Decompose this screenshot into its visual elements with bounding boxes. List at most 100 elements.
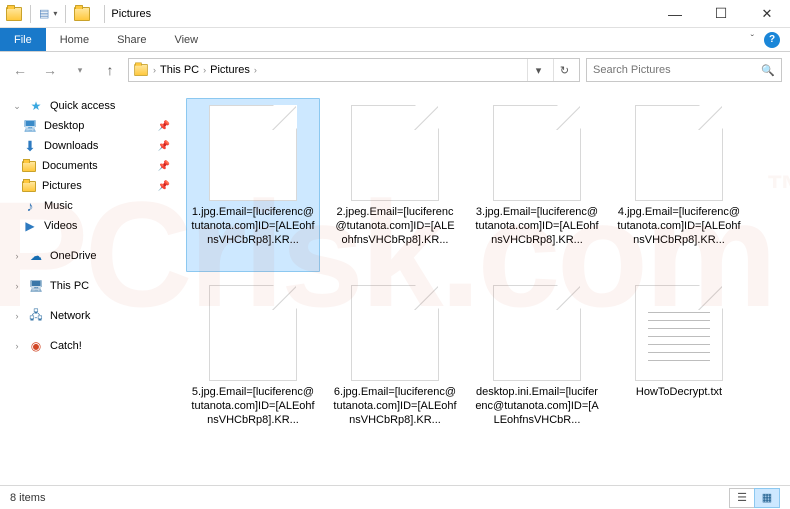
maximize-button[interactable]: ☐ [698, 0, 744, 28]
file-thumbnail-icon [351, 105, 439, 201]
ribbon-expand-icon[interactable]: ˇ [751, 34, 754, 45]
crumb-sep-icon[interactable]: › [203, 65, 206, 75]
sidebar-item-network[interactable]: › 🖧 Network [0, 306, 178, 326]
search-box[interactable]: 🔍 [586, 58, 782, 82]
pc-icon: 🖥 [28, 278, 44, 294]
sidebar-item-label: Videos [44, 220, 77, 232]
sidebar-item-quick-access[interactable]: ⌄ ★ Quick access [0, 96, 178, 116]
expand-icon[interactable]: ⌄ [12, 101, 22, 112]
tab-view[interactable]: View [160, 28, 212, 51]
sidebar-item-this-pc[interactable]: › 🖥 This PC [0, 276, 178, 296]
pictures-icon [22, 181, 36, 192]
back-button[interactable]: ← [8, 58, 32, 82]
videos-icon: ▶ [22, 218, 38, 234]
sidebar-item-downloads[interactable]: ⬇ Downloads 📌 [0, 136, 178, 156]
network-icon: 🖧 [28, 308, 44, 324]
file-thumbnail-icon [493, 285, 581, 381]
file-item[interactable]: 6.jpg.Email=[luciferenc@tutanota.com]ID=… [328, 278, 462, 452]
file-thumbnail-icon [209, 105, 297, 201]
expand-icon[interactable]: › [12, 311, 22, 321]
pin-icon: 📌 [158, 121, 170, 132]
title-bar: ▤ ▾ Pictures — ☐ ✕ [0, 0, 790, 28]
minimize-button[interactable]: — [652, 0, 698, 28]
sidebar-item-label: OneDrive [50, 250, 96, 262]
file-item[interactable]: 5.jpg.Email=[luciferenc@tutanota.com]ID=… [186, 278, 320, 452]
address-bar[interactable]: › This PC › Pictures › ▾ ↻ [128, 58, 580, 82]
cloud-icon: ☁ [28, 248, 44, 264]
sidebar-item-desktop[interactable]: 🖥 Desktop 📌 [0, 116, 178, 136]
file-name: desktop.ini.Email=[luciferenc@tutanota.c… [475, 385, 599, 427]
sidebar-item-label: Pictures [42, 180, 82, 192]
expand-icon[interactable]: › [12, 341, 22, 351]
sidebar-item-music[interactable]: ♪ Music [0, 196, 178, 216]
pin-icon: 📌 [158, 141, 170, 152]
sidebar-item-documents[interactable]: Documents 📌 [0, 156, 178, 176]
file-name: 3.jpg.Email=[luciferenc@tutanota.com]ID=… [475, 205, 599, 247]
file-thumbnail-icon [635, 285, 723, 381]
recent-locations-button[interactable]: ▾ [68, 58, 92, 82]
title-folder-icon [74, 7, 90, 21]
desktop-icon: 🖥 [22, 118, 38, 134]
app-folder-icon[interactable] [6, 7, 22, 21]
documents-icon [22, 161, 36, 172]
file-name: HowToDecrypt.txt [636, 385, 722, 399]
crumb-this-pc[interactable]: This PC [160, 64, 199, 76]
sidebar-item-label: Catch! [50, 340, 82, 352]
search-input[interactable] [593, 64, 761, 76]
quick-access-toolbar: ▤ ▾ [0, 5, 96, 23]
pin-icon: 📌 [158, 161, 170, 172]
sidebar-item-label: Downloads [44, 140, 98, 152]
close-button[interactable]: ✕ [744, 0, 790, 28]
up-button[interactable]: ↑ [98, 58, 122, 82]
tab-home[interactable]: Home [46, 28, 103, 51]
sidebar-item-label: This PC [50, 280, 89, 292]
file-thumbnail-icon [209, 285, 297, 381]
file-item[interactable]: desktop.ini.Email=[luciferenc@tutanota.c… [470, 278, 604, 452]
file-pane[interactable]: 1.jpg.Email=[luciferenc@tutanota.com]ID=… [178, 88, 790, 485]
qat-customize-icon[interactable]: ▾ [53, 9, 57, 18]
refresh-icon[interactable]: ↻ [553, 59, 575, 81]
view-large-icons-button[interactable]: ▦ [754, 488, 780, 508]
crumb-pictures[interactable]: Pictures [210, 64, 250, 76]
expand-icon[interactable]: › [12, 251, 22, 261]
crumb-sep-icon[interactable]: › [254, 65, 257, 75]
window-controls: — ☐ ✕ [652, 0, 790, 28]
crumb-sep-icon[interactable]: › [153, 65, 156, 75]
catch-icon: ◉ [28, 338, 44, 354]
file-tab[interactable]: File [0, 28, 46, 51]
pin-icon: 📌 [158, 181, 170, 192]
sidebar-item-label: Documents [42, 160, 98, 172]
tab-share[interactable]: Share [103, 28, 160, 51]
sidebar-item-label: Music [44, 200, 73, 212]
address-dropdown-icon[interactable]: ▾ [527, 59, 549, 81]
file-name: 1.jpg.Email=[luciferenc@tutanota.com]ID=… [191, 205, 315, 247]
expand-icon[interactable]: › [12, 281, 22, 291]
file-item[interactable]: 4.jpg.Email=[luciferenc@tutanota.com]ID=… [612, 98, 746, 272]
search-icon[interactable]: 🔍 [761, 64, 775, 77]
sidebar-item-videos[interactable]: ▶ Videos [0, 216, 178, 236]
view-details-button[interactable]: ☰ [729, 488, 755, 508]
file-item[interactable]: HowToDecrypt.txt [612, 278, 746, 452]
sidebar-item-pictures[interactable]: Pictures 📌 [0, 176, 178, 196]
ribbon: File Home Share View ˇ ? [0, 28, 790, 52]
file-item[interactable]: 1.jpg.Email=[luciferenc@tutanota.com]ID=… [186, 98, 320, 272]
help-icon[interactable]: ? [764, 32, 780, 48]
sidebar-item-label: Desktop [44, 120, 84, 132]
file-name: 4.jpg.Email=[luciferenc@tutanota.com]ID=… [617, 205, 741, 247]
forward-button[interactable]: → [38, 58, 62, 82]
status-bar: 8 items ☰ ▦ [0, 485, 790, 509]
sidebar-item-catch[interactable]: › ◉ Catch! [0, 336, 178, 356]
status-item-count: 8 items [10, 492, 45, 504]
qat-properties-icon[interactable]: ▤ [39, 7, 49, 20]
file-name: 2.jpeg.Email=[luciferenc@tutanota.com]ID… [333, 205, 457, 247]
window-title: Pictures [111, 8, 151, 20]
sidebar-item-onedrive[interactable]: › ☁ OneDrive [0, 246, 178, 266]
file-thumbnail-icon [635, 105, 723, 201]
file-thumbnail-icon [351, 285, 439, 381]
file-name: 5.jpg.Email=[luciferenc@tutanota.com]ID=… [191, 385, 315, 427]
file-item[interactable]: 2.jpeg.Email=[luciferenc@tutanota.com]ID… [328, 98, 462, 272]
file-item[interactable]: 3.jpg.Email=[luciferenc@tutanota.com]ID=… [470, 98, 604, 272]
music-icon: ♪ [22, 198, 38, 214]
navigation-row: ← → ▾ ↑ › This PC › Pictures › ▾ ↻ 🔍 [0, 52, 790, 88]
file-thumbnail-icon [493, 105, 581, 201]
